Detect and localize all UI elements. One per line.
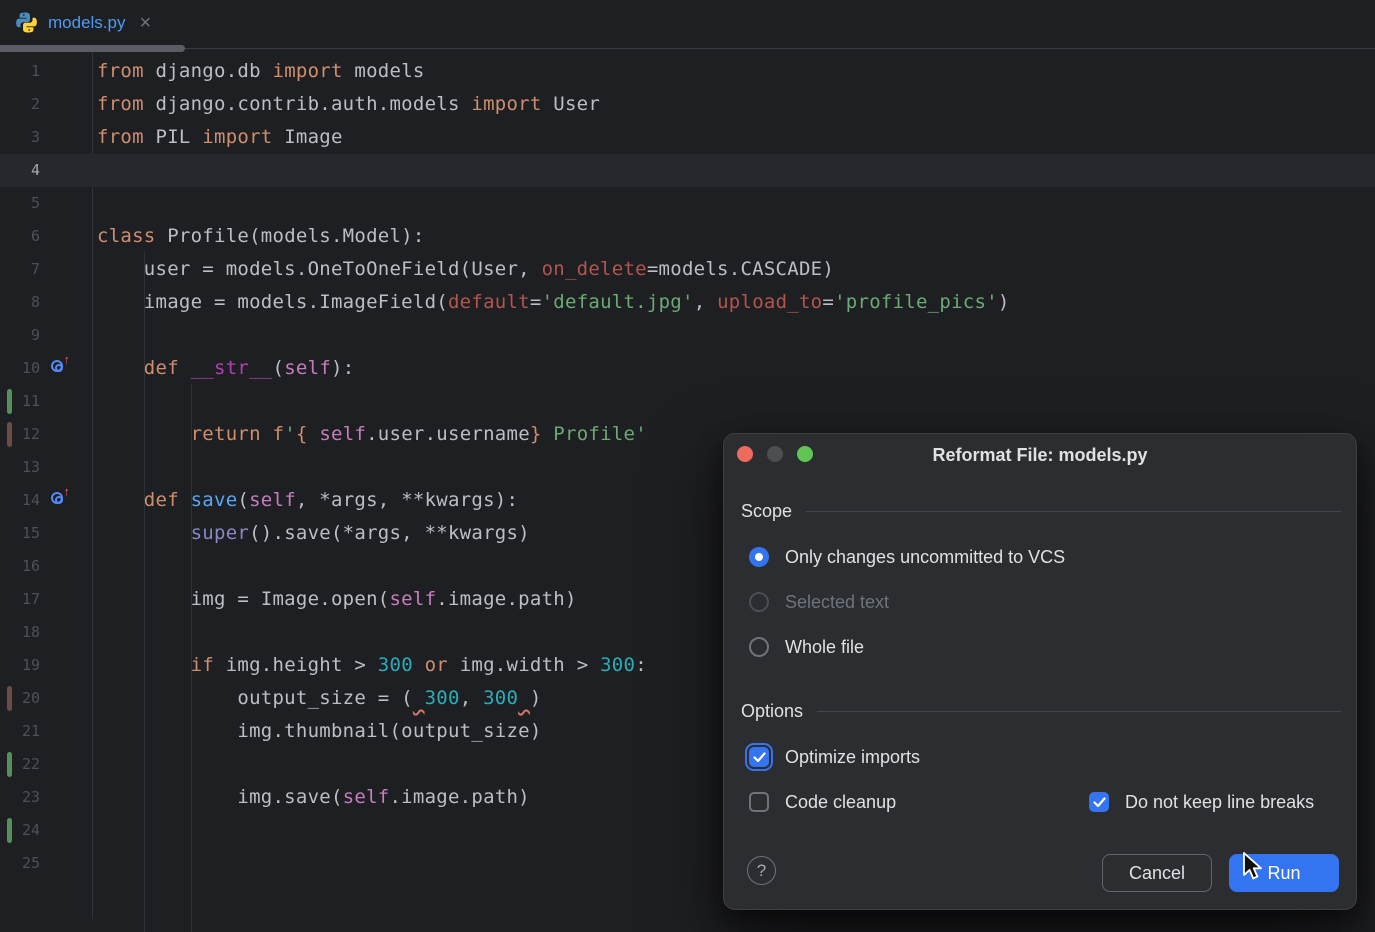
question-mark-icon: ? <box>757 861 766 881</box>
code-text: from django.contrib.auth.models import U… <box>97 88 600 121</box>
tab-models-py[interactable]: models.py × <box>0 0 163 45</box>
code-text: class Profile(models.Model): <box>97 220 425 253</box>
code-line[interactable]: 5 <box>0 187 1375 220</box>
scope-label: Scope <box>741 501 792 522</box>
radio-button[interactable] <box>749 547 769 567</box>
tab-close-icon[interactable]: × <box>139 13 151 33</box>
radio-label: Only changes uncommitted to VCS <box>785 547 1065 568</box>
line-number[interactable]: 17 <box>0 583 40 616</box>
line-number[interactable]: 12 <box>0 418 40 451</box>
line-number[interactable]: 10 <box>0 352 40 385</box>
checkmark-icon <box>753 752 766 763</box>
line-number[interactable]: 1 <box>0 55 40 88</box>
options-section-header: Options <box>741 698 1341 724</box>
code-line[interactable]: 6 class Profile(models.Model): <box>0 220 1375 253</box>
radio-button[interactable] <box>749 637 769 657</box>
close-window-button[interactable] <box>737 446 753 462</box>
radio-option-only-changes-uncommitted-to-vcs[interactable]: Only changes uncommitted to VCS <box>749 544 1065 570</box>
checkbox-label: Do not keep line breaks <box>1125 792 1314 813</box>
checkbox[interactable] <box>1089 792 1109 812</box>
line-number[interactable]: 22 <box>0 748 40 781</box>
radio-option-selected-text: Selected text <box>749 589 889 615</box>
line-number[interactable]: 11 <box>0 385 40 418</box>
line-number[interactable]: 8 <box>0 286 40 319</box>
code-line[interactable]: 11 <box>0 385 1375 418</box>
run-button[interactable]: Run <box>1229 854 1339 892</box>
editor-tab-bar: models.py × <box>0 0 1375 45</box>
cancel-button[interactable]: Cancel <box>1102 854 1212 892</box>
checkbox-label: Code cleanup <box>785 792 896 813</box>
checkbox[interactable] <box>749 747 769 767</box>
line-number[interactable]: 3 <box>0 121 40 154</box>
code-line[interactable]: 8 image = models.ImageField(default='def… <box>0 286 1375 319</box>
code-line[interactable]: 9 <box>0 319 1375 352</box>
line-number[interactable]: 25 <box>0 847 40 880</box>
tab-label: models.py <box>48 13 125 33</box>
checkbox-option-optimize-imports[interactable]: Optimize imports <box>749 744 920 770</box>
line-number[interactable]: 20 <box>0 682 40 715</box>
overrides-method-icon[interactable] <box>51 360 63 372</box>
code-text: img.save(self.image.path) <box>97 781 530 814</box>
line-number[interactable]: 16 <box>0 550 40 583</box>
code-text: def save(self, *args, **kwargs): <box>97 484 518 517</box>
checkbox-option-code-cleanup[interactable]: Code cleanup <box>749 789 896 815</box>
code-text: from django.db import models <box>97 55 425 88</box>
code-text: user = models.OneToOneField(User, on_del… <box>97 253 834 286</box>
checkbox-label: Optimize imports <box>785 747 920 768</box>
code-text: super().save(*args, **kwargs) <box>97 517 530 550</box>
code-text: from PIL import Image <box>97 121 343 154</box>
code-text: img.thumbnail(output_size) <box>97 715 542 748</box>
code-text: img = Image.open(self.image.path) <box>97 583 577 616</box>
radio-label: Selected text <box>785 592 889 613</box>
line-number[interactable]: 15 <box>0 517 40 550</box>
line-number[interactable]: 6 <box>0 220 40 253</box>
line-number[interactable]: 24 <box>0 814 40 847</box>
radio-option-whole-file[interactable]: Whole file <box>749 634 864 660</box>
window-controls <box>737 446 813 462</box>
line-number[interactable]: 21 <box>0 715 40 748</box>
radio-button <box>749 592 769 612</box>
section-divider <box>806 511 1341 512</box>
minimize-window-button[interactable] <box>767 446 783 462</box>
overrides-method-icon[interactable] <box>51 492 63 504</box>
line-number[interactable]: 9 <box>0 319 40 352</box>
line-number[interactable]: 14 <box>0 484 40 517</box>
options-label: Options <box>741 701 803 722</box>
line-number[interactable]: 18 <box>0 616 40 649</box>
python-icon <box>15 11 38 34</box>
code-line[interactable]: 2 from django.contrib.auth.models import … <box>0 88 1375 121</box>
code-text: image = models.ImageField(default='defau… <box>97 286 1010 319</box>
line-number[interactable]: 7 <box>0 253 40 286</box>
checkbox[interactable] <box>749 792 769 812</box>
reformat-file-dialog: Reformat File: models.py Scope Only chan… <box>723 433 1357 910</box>
dialog-title: Reformat File: models.py <box>804 441 1276 469</box>
line-number[interactable]: 19 <box>0 649 40 682</box>
line-number[interactable]: 5 <box>0 187 40 220</box>
code-text: if img.height > 300 or img.width > 300: <box>97 649 647 682</box>
code-line[interactable]: 10 def __str__(self): <box>0 352 1375 385</box>
radio-label: Whole file <box>785 637 864 658</box>
line-number[interactable]: 13 <box>0 451 40 484</box>
active-tab-indicator <box>0 45 185 52</box>
code-text: def __str__(self): <box>97 352 354 385</box>
code-line[interactable]: 4 <box>0 154 1375 187</box>
help-button[interactable]: ? <box>747 856 776 885</box>
line-number[interactable]: 4 <box>0 154 40 187</box>
code-text: output_size = ( 300, 300 ) <box>97 682 542 715</box>
checkmark-icon <box>1093 797 1106 808</box>
code-line[interactable]: 3 from PIL import Image <box>0 121 1375 154</box>
line-number[interactable]: 2 <box>0 88 40 121</box>
code-line[interactable]: 1 from django.db import models <box>0 55 1375 88</box>
code-line[interactable]: 7 user = models.OneToOneField(User, on_d… <box>0 253 1375 286</box>
line-number[interactable]: 23 <box>0 781 40 814</box>
scope-section-header: Scope <box>741 498 1341 524</box>
checkbox-option-do-not-keep-line-breaks[interactable]: Do not keep line breaks <box>1089 789 1314 815</box>
code-text: return f'{ self.user.username} Profile' <box>97 418 647 451</box>
section-divider <box>817 711 1341 712</box>
tab-bar-divider <box>0 48 1375 49</box>
